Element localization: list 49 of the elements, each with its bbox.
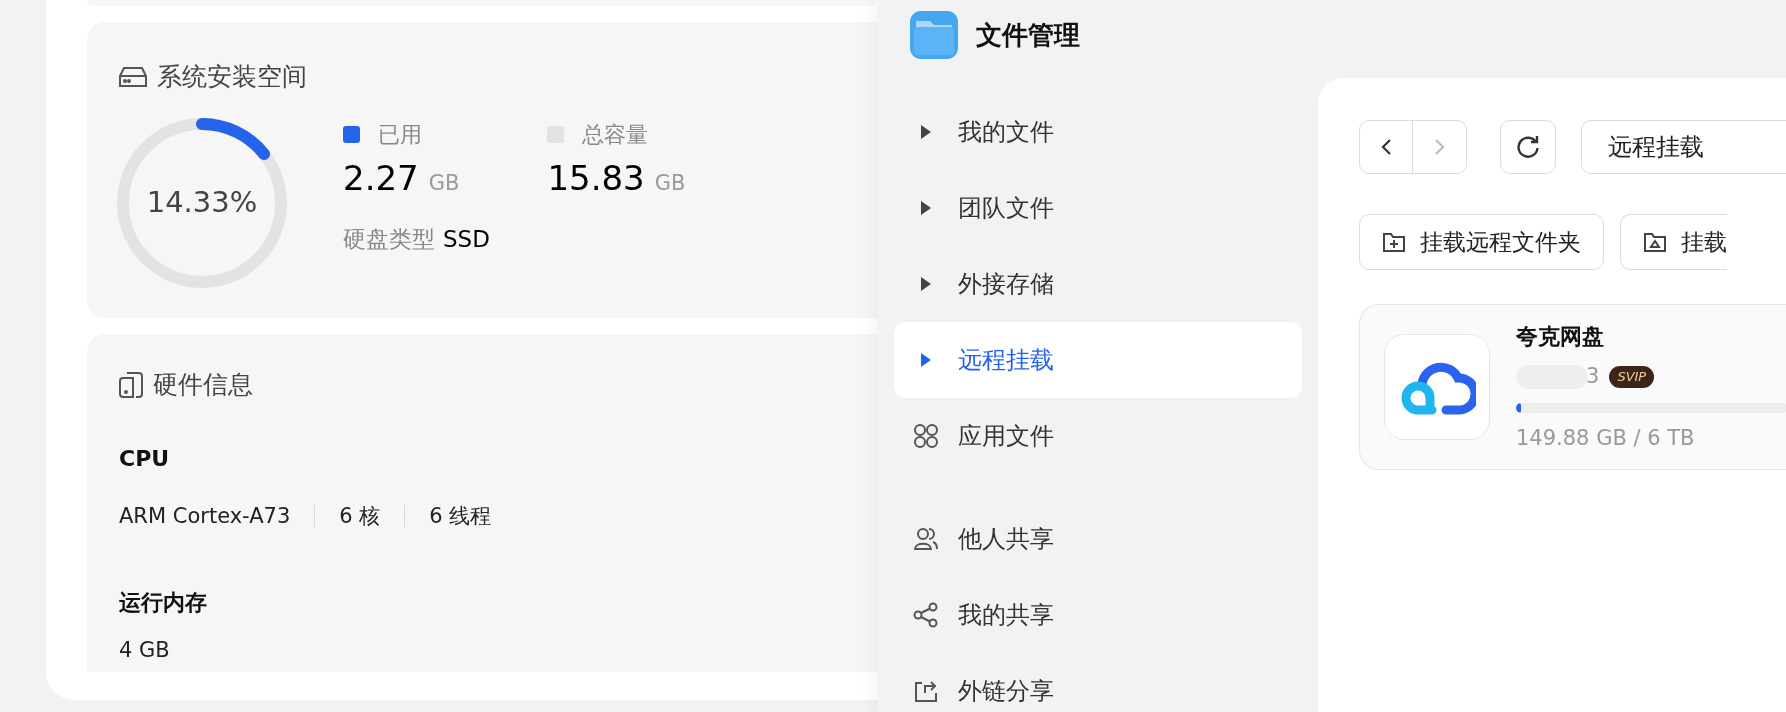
- storage-usage: 149.88 GB / 6 TB: [1516, 424, 1696, 452]
- cpu-spec: ARM Cortex-A73: [119, 502, 291, 530]
- memory-label: 运行内存: [119, 589, 208, 617]
- legend-label: 已用: [378, 120, 422, 149]
- caret-icon: [920, 276, 932, 292]
- share-icon: [913, 602, 939, 628]
- disk-type-value: SSD: [443, 224, 490, 254]
- disk-type-label: 硬盘类型: [343, 224, 435, 254]
- capacity-unit: GB: [654, 169, 686, 197]
- account-name: 3: [1586, 363, 1600, 390]
- grid-icon: [913, 423, 939, 449]
- sidebar-item[interactable]: 外链分享: [894, 653, 1302, 712]
- people-icon: [913, 526, 939, 552]
- vip-badge: SVIP: [1609, 365, 1655, 388]
- card-title: 系统安装空间: [157, 61, 307, 93]
- legend-swatch-icon: [343, 125, 360, 143]
- mount-name: 夸克网盘: [1516, 323, 1605, 351]
- mount-button[interactable]: 挂载: [1620, 214, 1727, 270]
- caret-icon: [920, 200, 932, 216]
- capacity-value: 2.27: [343, 156, 419, 200]
- sidebar-item[interactable]: 我的共享: [894, 577, 1302, 653]
- refresh-button[interactable]: [1500, 120, 1556, 174]
- sidebar-item[interactable]: 应用文件: [894, 398, 1302, 474]
- mount-card[interactable]: 夸克网盘 3 SVIP 149.88 GB / 6 TB: [1359, 304, 1786, 470]
- path-field[interactable]: 远程挂载: [1581, 120, 1786, 174]
- folder-app-icon: [910, 11, 958, 59]
- sidebar-item[interactable]: 团队文件: [894, 170, 1302, 246]
- device-icon: [119, 370, 143, 399]
- card-title: 硬件信息: [153, 369, 253, 401]
- caret-icon: [920, 352, 932, 368]
- usage-percent: 14.33%: [145, 183, 259, 221]
- memory-value: 4 GB: [119, 637, 171, 664]
- folder-plus-icon: [1382, 231, 1406, 253]
- mount-button[interactable]: 挂载远程文件夹: [1359, 214, 1604, 270]
- legend-label: 总容量: [582, 120, 649, 149]
- cpu-spec: 6 核: [339, 502, 381, 530]
- sidebar-item[interactable]: 远程挂载: [894, 322, 1302, 398]
- sidebar-item[interactable]: 外接存储: [894, 246, 1302, 322]
- hard-drive-icon: [119, 65, 147, 88]
- cpu-spec: 6 线程: [429, 502, 492, 530]
- sidebar-item[interactable]: 我的文件: [894, 94, 1302, 170]
- refresh-icon: [1515, 134, 1541, 160]
- app-title: 文件管理: [976, 18, 1080, 52]
- sidebar-item[interactable]: 他人共享: [894, 501, 1302, 577]
- caret-icon: [920, 124, 932, 140]
- capacity-value: 15.83: [547, 156, 645, 200]
- export-icon: [913, 678, 939, 704]
- cpu-label: CPU: [119, 444, 171, 473]
- capacity-unit: GB: [428, 169, 460, 197]
